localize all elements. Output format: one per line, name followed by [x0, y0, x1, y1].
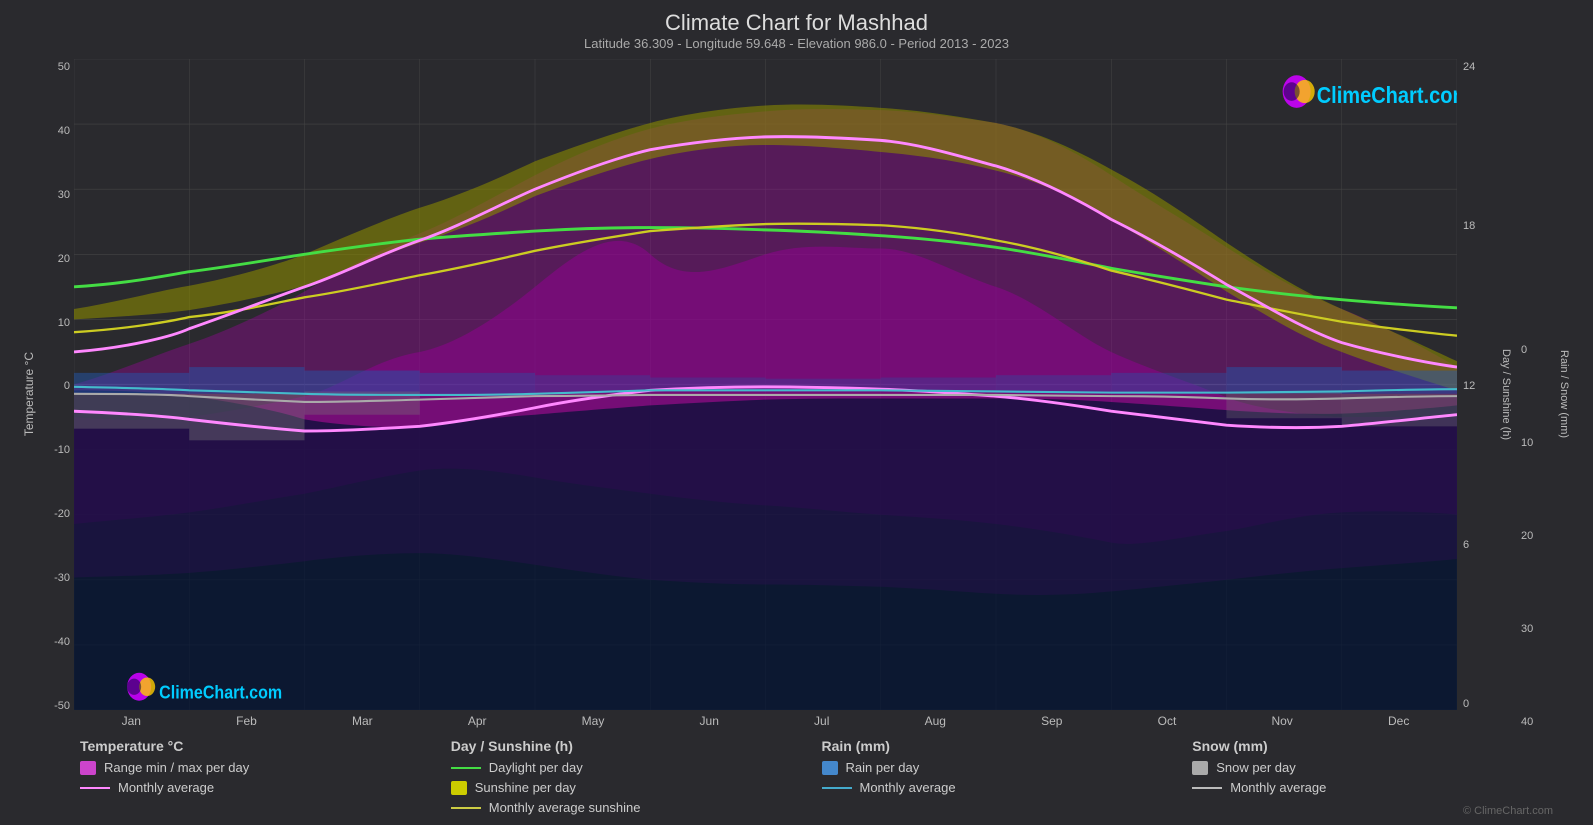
svg-text:ClimeChart.com: ClimeChart.com: [159, 681, 282, 702]
subtitle: Latitude 36.309 - Longitude 59.648 - Ele…: [20, 36, 1573, 51]
daylight-line: [451, 767, 481, 769]
legend-rain: Rain (mm) Rain per day Monthly average: [822, 738, 1193, 815]
sunshine-avg-line: [451, 807, 481, 809]
legend-rain-header: Rain (mm): [822, 738, 1193, 754]
y-axis-right-rain-label: Rain / Snow (mm): [1558, 350, 1570, 438]
title-section: Climate Chart for Mashhad Latitude 36.30…: [20, 10, 1573, 51]
legend-sunshine-avg-label: Monthly average sunshine: [489, 800, 641, 815]
legend-temp-avg: Monthly average: [80, 780, 451, 795]
chart-svg: ClimeChart.com ClimeChart.com: [74, 59, 1457, 710]
legend-temp-header: Temperature °C: [80, 738, 451, 754]
main-title: Climate Chart for Mashhad: [20, 10, 1573, 36]
legend-sunshine: Day / Sunshine (h) Daylight per day Suns…: [451, 738, 822, 815]
y-axis-right-sunshine-label: Day / Sunshine (h): [1500, 349, 1512, 440]
legend-snow-avg: Monthly average: [1192, 780, 1563, 795]
chart-area: ClimeChart.com ClimeChart.com: [74, 59, 1457, 710]
svg-text:ClimeChart.com: ClimeChart.com: [1317, 82, 1457, 109]
copyright: © ClimeChart.com: [1463, 805, 1553, 817]
legend-sunshine-swatch-label: Sunshine per day: [475, 780, 576, 795]
temp-avg-line: [80, 787, 110, 789]
legend-rain-swatch-row: Rain per day: [822, 760, 1193, 775]
legend-snow-label: Snow per day: [1216, 760, 1296, 775]
legend-temp-range-label: Range min / max per day: [104, 760, 249, 775]
x-axis-labels: Jan Feb Mar Apr May Jun Jul Aug Sep Oct …: [74, 710, 1457, 730]
snow-swatch: [1192, 761, 1208, 775]
legend-area: Temperature °C Range min / max per day M…: [20, 730, 1573, 815]
legend-temperature: Temperature °C Range min / max per day M…: [80, 738, 451, 815]
legend-snow-header: Snow (mm): [1192, 738, 1563, 754]
y-axis-left: 50 40 30 20 10 0 -10 -20 -30 -40 -50: [38, 59, 74, 730]
legend-sunshine-swatch-row: Sunshine per day: [451, 780, 822, 795]
legend-snow-swatch-row: Snow per day: [1192, 760, 1563, 775]
snow-avg-line: [1192, 787, 1222, 789]
legend-rain-avg: Monthly average: [822, 780, 1193, 795]
legend-snow: Snow (mm) Snow per day Monthly average ©…: [1192, 738, 1563, 815]
legend-daylight-label: Daylight per day: [489, 760, 583, 775]
legend-temp-range: Range min / max per day: [80, 760, 451, 775]
legend-sunshine-avg: Monthly average sunshine: [451, 800, 822, 815]
temp-range-swatch: [80, 761, 96, 775]
rain-avg-line: [822, 787, 852, 789]
legend-daylight: Daylight per day: [451, 760, 822, 775]
legend-snow-avg-label: Monthly average: [1230, 780, 1326, 795]
rain-swatch: [822, 761, 838, 775]
y-axis-right-sunshine: 24 18 12 6 0: [1457, 59, 1497, 730]
y-axis-left-label: Temperature °C: [22, 352, 36, 436]
legend-rain-avg-label: Monthly average: [860, 780, 956, 795]
legend-sunshine-header: Day / Sunshine (h): [451, 738, 822, 754]
legend-temp-avg-label: Monthly average: [118, 780, 214, 795]
y-axis-right-rain: 0 10 20 30 40: [1515, 59, 1555, 730]
sunshine-swatch: [451, 781, 467, 795]
legend-rain-label: Rain per day: [846, 760, 920, 775]
